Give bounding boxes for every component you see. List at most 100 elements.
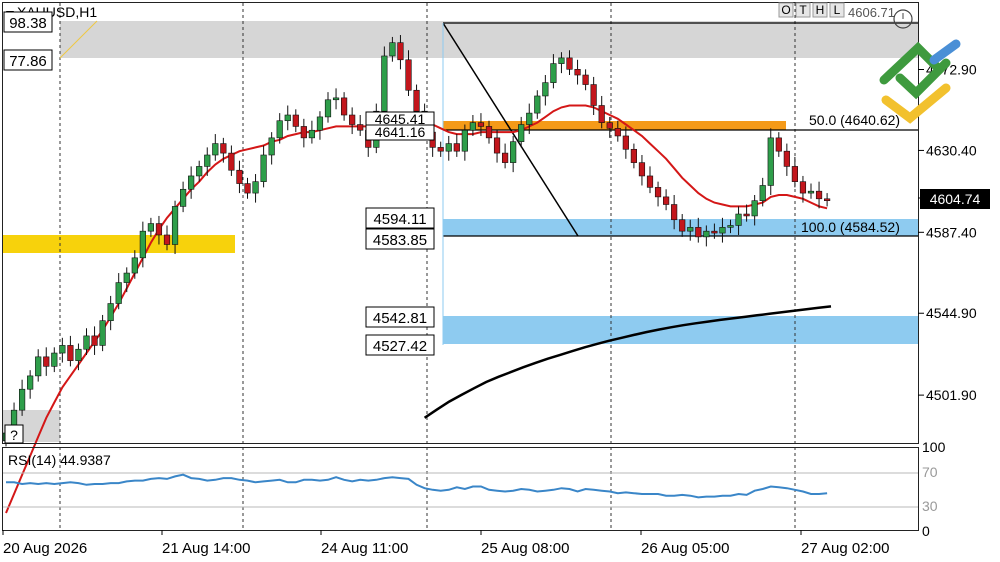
candle-body-81 xyxy=(654,187,662,198)
candle-body-48 xyxy=(389,42,396,57)
price-label-6: 4641.16 xyxy=(375,124,426,140)
candle-body-79 xyxy=(638,162,646,177)
candle-body-50 xyxy=(405,59,412,91)
candle-body-14 xyxy=(115,282,122,304)
candle-body-29 xyxy=(236,169,243,184)
candle-body-100 xyxy=(807,190,815,194)
candle-body-21 xyxy=(171,206,179,245)
candle-body-58 xyxy=(469,122,477,131)
candle-body-67 xyxy=(542,82,549,97)
candle-body-51 xyxy=(413,89,420,112)
candle-body-71 xyxy=(574,69,581,76)
tf-button-l-label: L xyxy=(834,3,841,17)
candle-body-38 xyxy=(308,129,316,139)
candle-body-77 xyxy=(622,135,629,150)
candle-body-98 xyxy=(791,166,798,182)
candle-body-86 xyxy=(695,227,702,238)
candle-body-35 xyxy=(284,114,291,122)
candle-body-73 xyxy=(590,84,597,106)
tf-button-h-label: H xyxy=(816,3,825,17)
candle-body-92 xyxy=(743,213,750,217)
candle-body-43 xyxy=(349,114,356,125)
candle-body-34 xyxy=(276,120,283,139)
candle-body-41 xyxy=(332,97,340,101)
candle-body-68 xyxy=(550,63,557,83)
tf-button-o-label: O xyxy=(781,3,790,17)
candle-body-101 xyxy=(815,190,823,200)
candle-body-91 xyxy=(735,213,742,226)
candle-body-74 xyxy=(598,105,605,123)
candle-body-70 xyxy=(566,57,573,70)
candle-body-97 xyxy=(783,150,790,167)
candle-body-11 xyxy=(91,335,98,346)
candle-body-93 xyxy=(751,200,758,217)
chart-background xyxy=(0,0,1000,562)
price-label-4: 4527.42 xyxy=(373,338,427,355)
candle-body-13 xyxy=(107,303,114,321)
candle-body-102 xyxy=(823,198,831,201)
candle-body-99 xyxy=(799,181,807,194)
candle-body-37 xyxy=(300,126,307,139)
candle-body-10 xyxy=(83,335,90,350)
candle-body-8 xyxy=(67,345,74,361)
candle-body-3 xyxy=(27,375,34,390)
candle-body-55 xyxy=(445,143,452,152)
time-label-1: 21 Aug 14:00 xyxy=(162,540,250,557)
rsi-tick-label-2: 30 xyxy=(922,498,938,514)
time-label-4: 26 Aug 05:00 xyxy=(641,540,729,557)
rsi-tick-label-1: 70 xyxy=(922,464,938,480)
candle-body-49 xyxy=(397,42,404,61)
candle-body-64 xyxy=(518,124,525,142)
candle-body-23 xyxy=(188,175,195,190)
gray-resistance-zone xyxy=(60,21,918,58)
candle-body-65 xyxy=(526,112,533,125)
orange-zone xyxy=(443,121,786,130)
candle-body-30 xyxy=(244,183,251,194)
candle-body-61 xyxy=(493,137,501,154)
rsi-tick-label-3: 0 xyxy=(922,523,930,539)
candle-body-15 xyxy=(123,272,130,283)
candle-body-82 xyxy=(662,196,670,205)
time-label-3: 25 Aug 08:00 xyxy=(481,540,569,557)
candle-body-76 xyxy=(614,128,621,137)
time-label-2: 24 Aug 11:00 xyxy=(321,540,408,557)
current-price: 4604.74 xyxy=(930,191,981,207)
candle-body-18 xyxy=(147,223,155,232)
candle-body-39 xyxy=(316,116,324,131)
candle-body-63 xyxy=(510,141,517,163)
marker-top2: 77.86 xyxy=(9,53,47,70)
candle-body-88 xyxy=(711,230,718,234)
candle-body-12 xyxy=(99,320,106,346)
candle-body-9 xyxy=(75,348,82,361)
candle-body-17 xyxy=(139,230,146,259)
candle-body-75 xyxy=(606,122,613,129)
candle-body-20 xyxy=(163,234,171,245)
candle-body-89 xyxy=(719,227,726,234)
price-tick-label-2: 4587.40 xyxy=(926,224,977,240)
candle-body-87 xyxy=(703,230,710,238)
price-tick-label-4: 4501.90 xyxy=(926,387,977,403)
candle-body-69 xyxy=(558,57,565,64)
candle-body-95 xyxy=(767,137,774,186)
candle-body-83 xyxy=(671,204,678,221)
info-text: 4606.71 xyxy=(848,5,895,20)
candle-body-25 xyxy=(204,154,211,167)
rsi-tick-label-0: 100 xyxy=(922,439,946,455)
candle-body-16 xyxy=(131,257,138,274)
candle-body-7 xyxy=(59,345,66,354)
chart-canvas: 4672.904630.404587.404544.904501.90 4604… xyxy=(0,0,1000,562)
blue-zone-lower xyxy=(443,316,918,344)
candle-body-44 xyxy=(357,124,364,131)
candle-body-27 xyxy=(220,143,227,154)
candle-body-72 xyxy=(582,74,589,85)
marker-top1: 98.38 xyxy=(9,15,47,32)
candle-body-90 xyxy=(727,225,734,228)
marker-bottom: ? xyxy=(10,427,18,443)
price-tick-label-3: 4544.90 xyxy=(926,305,977,321)
candle-body-36 xyxy=(292,114,299,127)
candle-body-66 xyxy=(534,95,541,114)
candle-body-40 xyxy=(324,99,332,118)
rsi-title: RSI(14) 44.9387 xyxy=(8,452,111,468)
price-label-1: 4594.11 xyxy=(373,211,426,228)
candle-body-33 xyxy=(268,137,275,156)
